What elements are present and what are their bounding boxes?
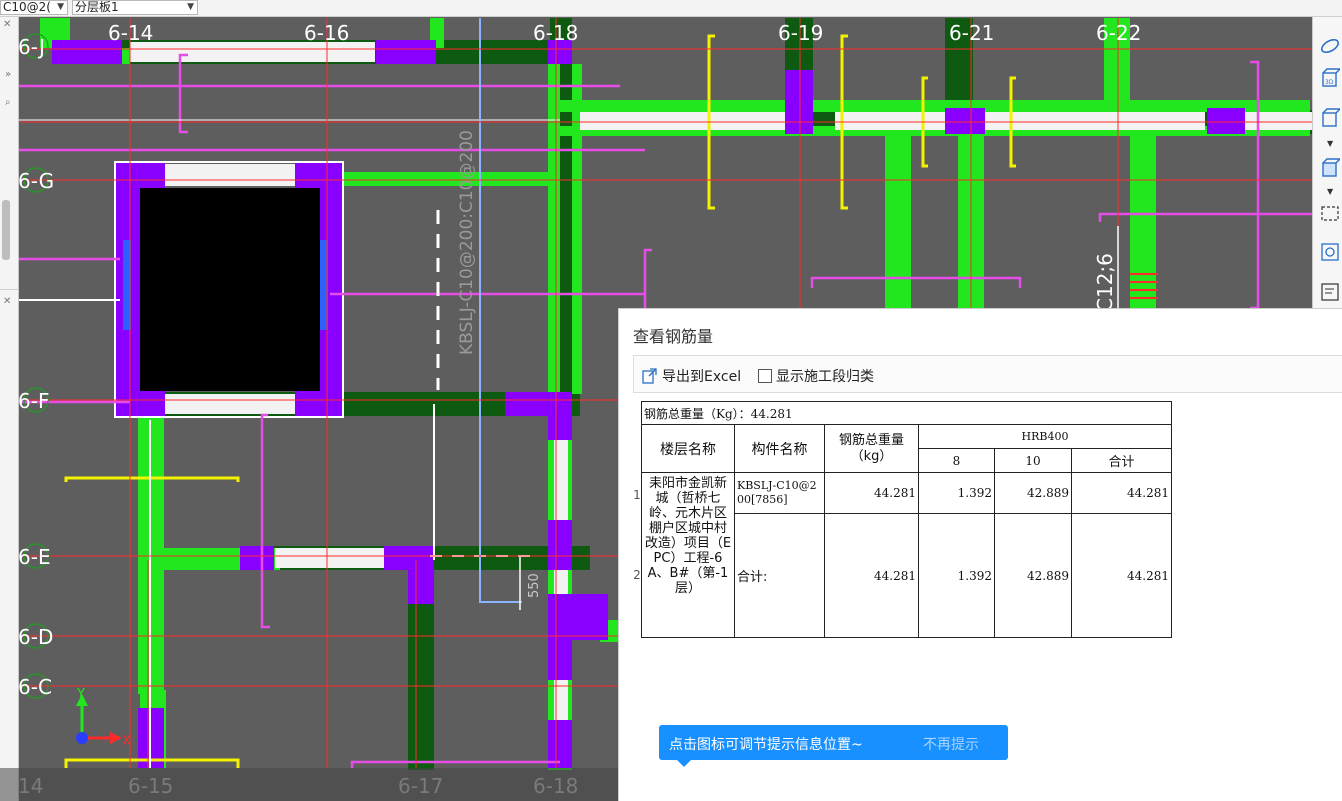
rebar-spec-value: C10@2( bbox=[3, 0, 51, 14]
left-panel-scrollbar[interactable] bbox=[2, 200, 10, 260]
ucs-x-label: X bbox=[122, 734, 131, 749]
axis-label-left: 6-F bbox=[18, 389, 49, 413]
dimension-label: 550 bbox=[527, 573, 542, 598]
ucs-y-label: Y bbox=[76, 687, 85, 702]
header-component: 构件名称 bbox=[734, 424, 825, 473]
table-row[interactable]: 耒阳市金凯新城（哲桥七岭、元木片区棚户区城中村改造）项目（EPC）工程-6A、B… bbox=[641, 472, 1172, 638]
right-member-label: C12;6 bbox=[1093, 253, 1117, 312]
dialog-title: 查看钢筋量 bbox=[633, 327, 714, 346]
total-weight-cell: 钢筋总重量（Kg）：44.281 bbox=[641, 401, 1172, 425]
layer-combo[interactable]: 分层板1 ▼ bbox=[72, 0, 198, 15]
rebar-table-wrap: 钢筋总重量（Kg）：44.281 楼层名称 构件名称 钢筋总重量（kg） HRB… bbox=[641, 401, 1172, 638]
axis-label-left: 6-G bbox=[18, 169, 54, 193]
axis-label-bottom: 6-17 bbox=[398, 774, 444, 798]
d10-cell: 42.889 bbox=[994, 472, 1072, 514]
3d-view-icon[interactable]: 3D bbox=[1319, 67, 1341, 89]
header-d8: 8 bbox=[918, 448, 995, 473]
hint-arrow bbox=[677, 760, 691, 767]
rebar-spec-combo[interactable]: C10@2( ▼ bbox=[0, 0, 68, 15]
dialog-toolbar: 导出到Excel 显示施工段归类 bbox=[633, 355, 1342, 393]
header-sum: 合计 bbox=[1071, 448, 1172, 473]
axis-label-top: 6-16 bbox=[304, 21, 349, 45]
show-segment-toggle[interactable]: 显示施工段归类 bbox=[758, 366, 874, 386]
axis-label-top: 6-14 bbox=[108, 21, 153, 45]
export-icon bbox=[642, 368, 657, 384]
d10-cell: 42.889 bbox=[994, 513, 1072, 638]
opening-block[interactable] bbox=[140, 188, 320, 391]
axis-label-bottom: 6-18 bbox=[533, 774, 579, 798]
axis-label-top: 6-19 bbox=[778, 21, 823, 45]
search-icon[interactable]: ⌕ bbox=[5, 97, 11, 108]
d8-cell: 1.392 bbox=[918, 472, 995, 514]
header-floor: 楼层名称 bbox=[641, 424, 735, 473]
axis-label-left: 6-J bbox=[18, 35, 45, 59]
show-segment-checkbox[interactable] bbox=[758, 369, 772, 383]
total-cell: 44.281 bbox=[824, 472, 919, 514]
collapse-icon[interactable] bbox=[676, 773, 694, 791]
close-icon[interactable]: ✕ bbox=[3, 19, 11, 30]
row-number: 1 bbox=[633, 488, 641, 502]
top-toolbar: C10@2( ▼ 分层板1 ▼ bbox=[0, 0, 1342, 17]
component-cell: KBSLJ-C10@200[7856] bbox=[734, 472, 825, 514]
axis-label-bottom: 14 bbox=[18, 774, 44, 798]
left-panel: ✕ » ⌕ ✕ bbox=[0, 17, 19, 801]
export-excel-button[interactable]: 导出到Excel bbox=[642, 366, 741, 386]
chevron-down-icon: ▼ bbox=[187, 2, 194, 12]
properties-icon[interactable] bbox=[1319, 281, 1341, 303]
show-segment-label: 显示施工段归类 bbox=[776, 369, 874, 385]
expand-icon[interactable]: » bbox=[5, 69, 11, 80]
panel-divider bbox=[0, 289, 19, 290]
view-toolbar: 3D ▼ ▼ bbox=[1312, 17, 1342, 337]
chevron-down-icon: ▼ bbox=[57, 2, 64, 12]
orbit-icon[interactable] bbox=[1319, 35, 1341, 57]
component-cell: 合计: bbox=[734, 513, 825, 638]
hint-tooltip: 点击图标可调节提示信息位置~ 不再提示 bbox=[659, 725, 1008, 767]
header-grade: HRB400 bbox=[918, 424, 1172, 449]
sum-cell: 44.281 bbox=[1071, 472, 1172, 514]
dont-show-again-link[interactable]: 不再提示 bbox=[923, 734, 979, 754]
d8-cell: 1.392 bbox=[918, 513, 995, 638]
axis-label-bottom: 6-15 bbox=[128, 774, 174, 798]
floor-name-cell: 耒阳市金凯新城（哲桥七岭、元木片区棚户区城中村改造）项目（EPC）工程-6A、B… bbox=[641, 472, 735, 638]
axis-label-left: 6-C bbox=[18, 675, 52, 699]
header-d10: 10 bbox=[994, 448, 1072, 473]
svg-text:3D: 3D bbox=[1325, 79, 1334, 86]
rebar-table: 钢筋总重量（Kg）：44.281 楼层名称 构件名称 钢筋总重量（kg） HRB… bbox=[641, 401, 1172, 638]
sum-cell: 44.281 bbox=[1071, 513, 1172, 638]
axis-label-left: 6-E bbox=[18, 545, 51, 569]
hint-text: 点击图标可调节提示信息位置~ bbox=[669, 737, 863, 753]
layer-value: 分层板1 bbox=[75, 0, 119, 14]
row-number: 2 bbox=[633, 568, 641, 582]
select-region-icon[interactable] bbox=[1319, 203, 1341, 225]
member-label[interactable]: KBSLJ-C10@200:C10@200 bbox=[457, 130, 477, 355]
total-cell: 44.281 bbox=[824, 513, 919, 638]
header-total-weight: 钢筋总重量（kg） bbox=[824, 424, 919, 473]
export-excel-label: 导出到Excel bbox=[662, 369, 742, 385]
app-root: 6-14 6-16 6-18 6-19 6-21 6-22 6-J 6-G 6-… bbox=[0, 0, 1342, 801]
axis-label-top: 6-21 bbox=[949, 21, 994, 45]
chevron-down-icon[interactable]: ▼ bbox=[1327, 187, 1333, 196]
axis-label-left: 6-D bbox=[18, 625, 53, 649]
box-view-icon[interactable] bbox=[1319, 107, 1341, 129]
axis-label-top: 6-18 bbox=[533, 21, 578, 45]
close-icon[interactable]: ✕ bbox=[3, 296, 11, 307]
component-icon[interactable] bbox=[1319, 241, 1341, 263]
solid-view-icon[interactable] bbox=[1319, 157, 1341, 179]
chevron-down-icon[interactable]: ▼ bbox=[1327, 139, 1333, 148]
axis-label-top: 6-22 bbox=[1096, 21, 1141, 45]
